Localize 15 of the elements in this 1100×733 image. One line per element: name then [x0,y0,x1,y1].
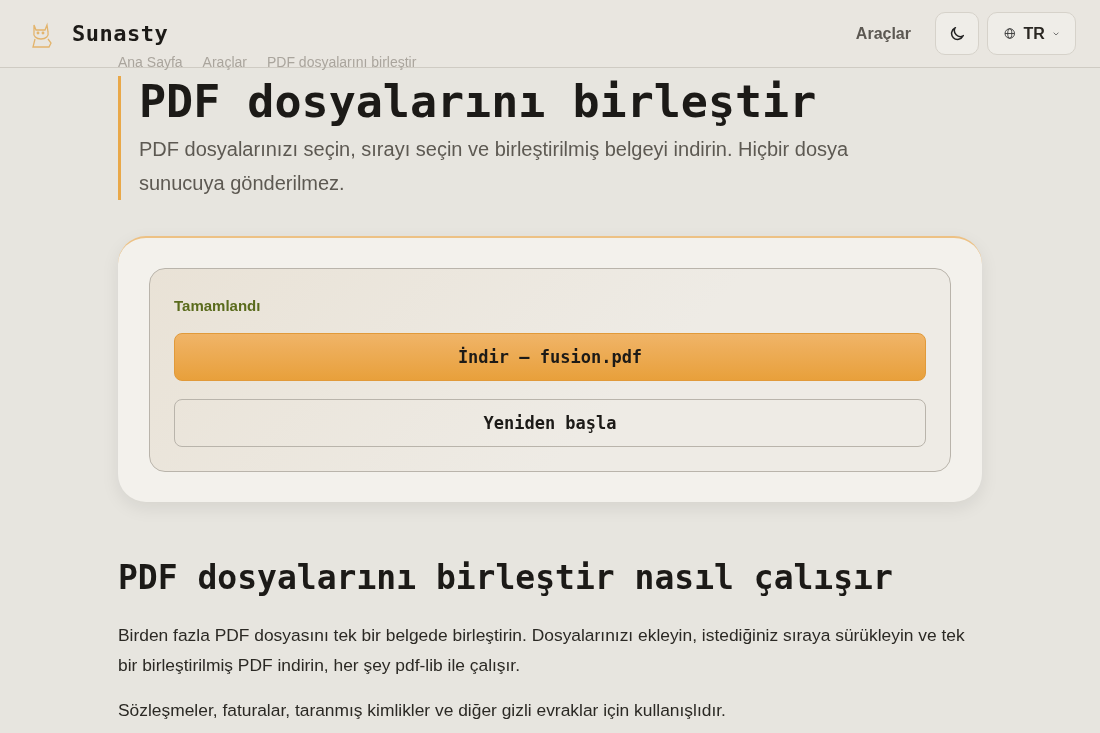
status-label: Tamamlandı [174,295,262,316]
globe-icon [1004,25,1016,42]
language-button[interactable]: TR [987,12,1076,55]
theme-toggle-button[interactable] [935,12,979,55]
paragraph: Sözleşmeler, faturalar, taranmış kimlikler ve diğer gizli evraklar için kullanışlıdır. [118,698,727,722]
page-title: PDF dosyalarını birleştir [139,76,818,128]
section-heading: PDF dosyalarını birleştir nasıl çalışır [118,558,894,598]
page-subtitle: PDF dosyalarınızı seçin, sırayı seçin ve birleştirilmiş belgeyi indirin. Hiçbir dosya sunucuya gönderilmez. [139,136,850,196]
chevron-down-icon [1052,30,1059,37]
paragraph: Birden fazla PDF dosyasını tek bir belgede birleştirin. Dosyalarınızı ekleyin, istediğiniz sıraya sürükleyin ve tek bir birleştirilmiş PDF indirin, her şey pdf-lib ile çalışır. [118,623,966,678]
download-button[interactable]: İndir — fusion.pdf [174,333,926,382]
restart-button[interactable]: Yeniden başla [174,399,926,448]
brand-name[interactable]: Sunasty [72,17,169,50]
tools-link[interactable]: Araçlar [855,21,911,46]
moon-icon [950,26,964,41]
